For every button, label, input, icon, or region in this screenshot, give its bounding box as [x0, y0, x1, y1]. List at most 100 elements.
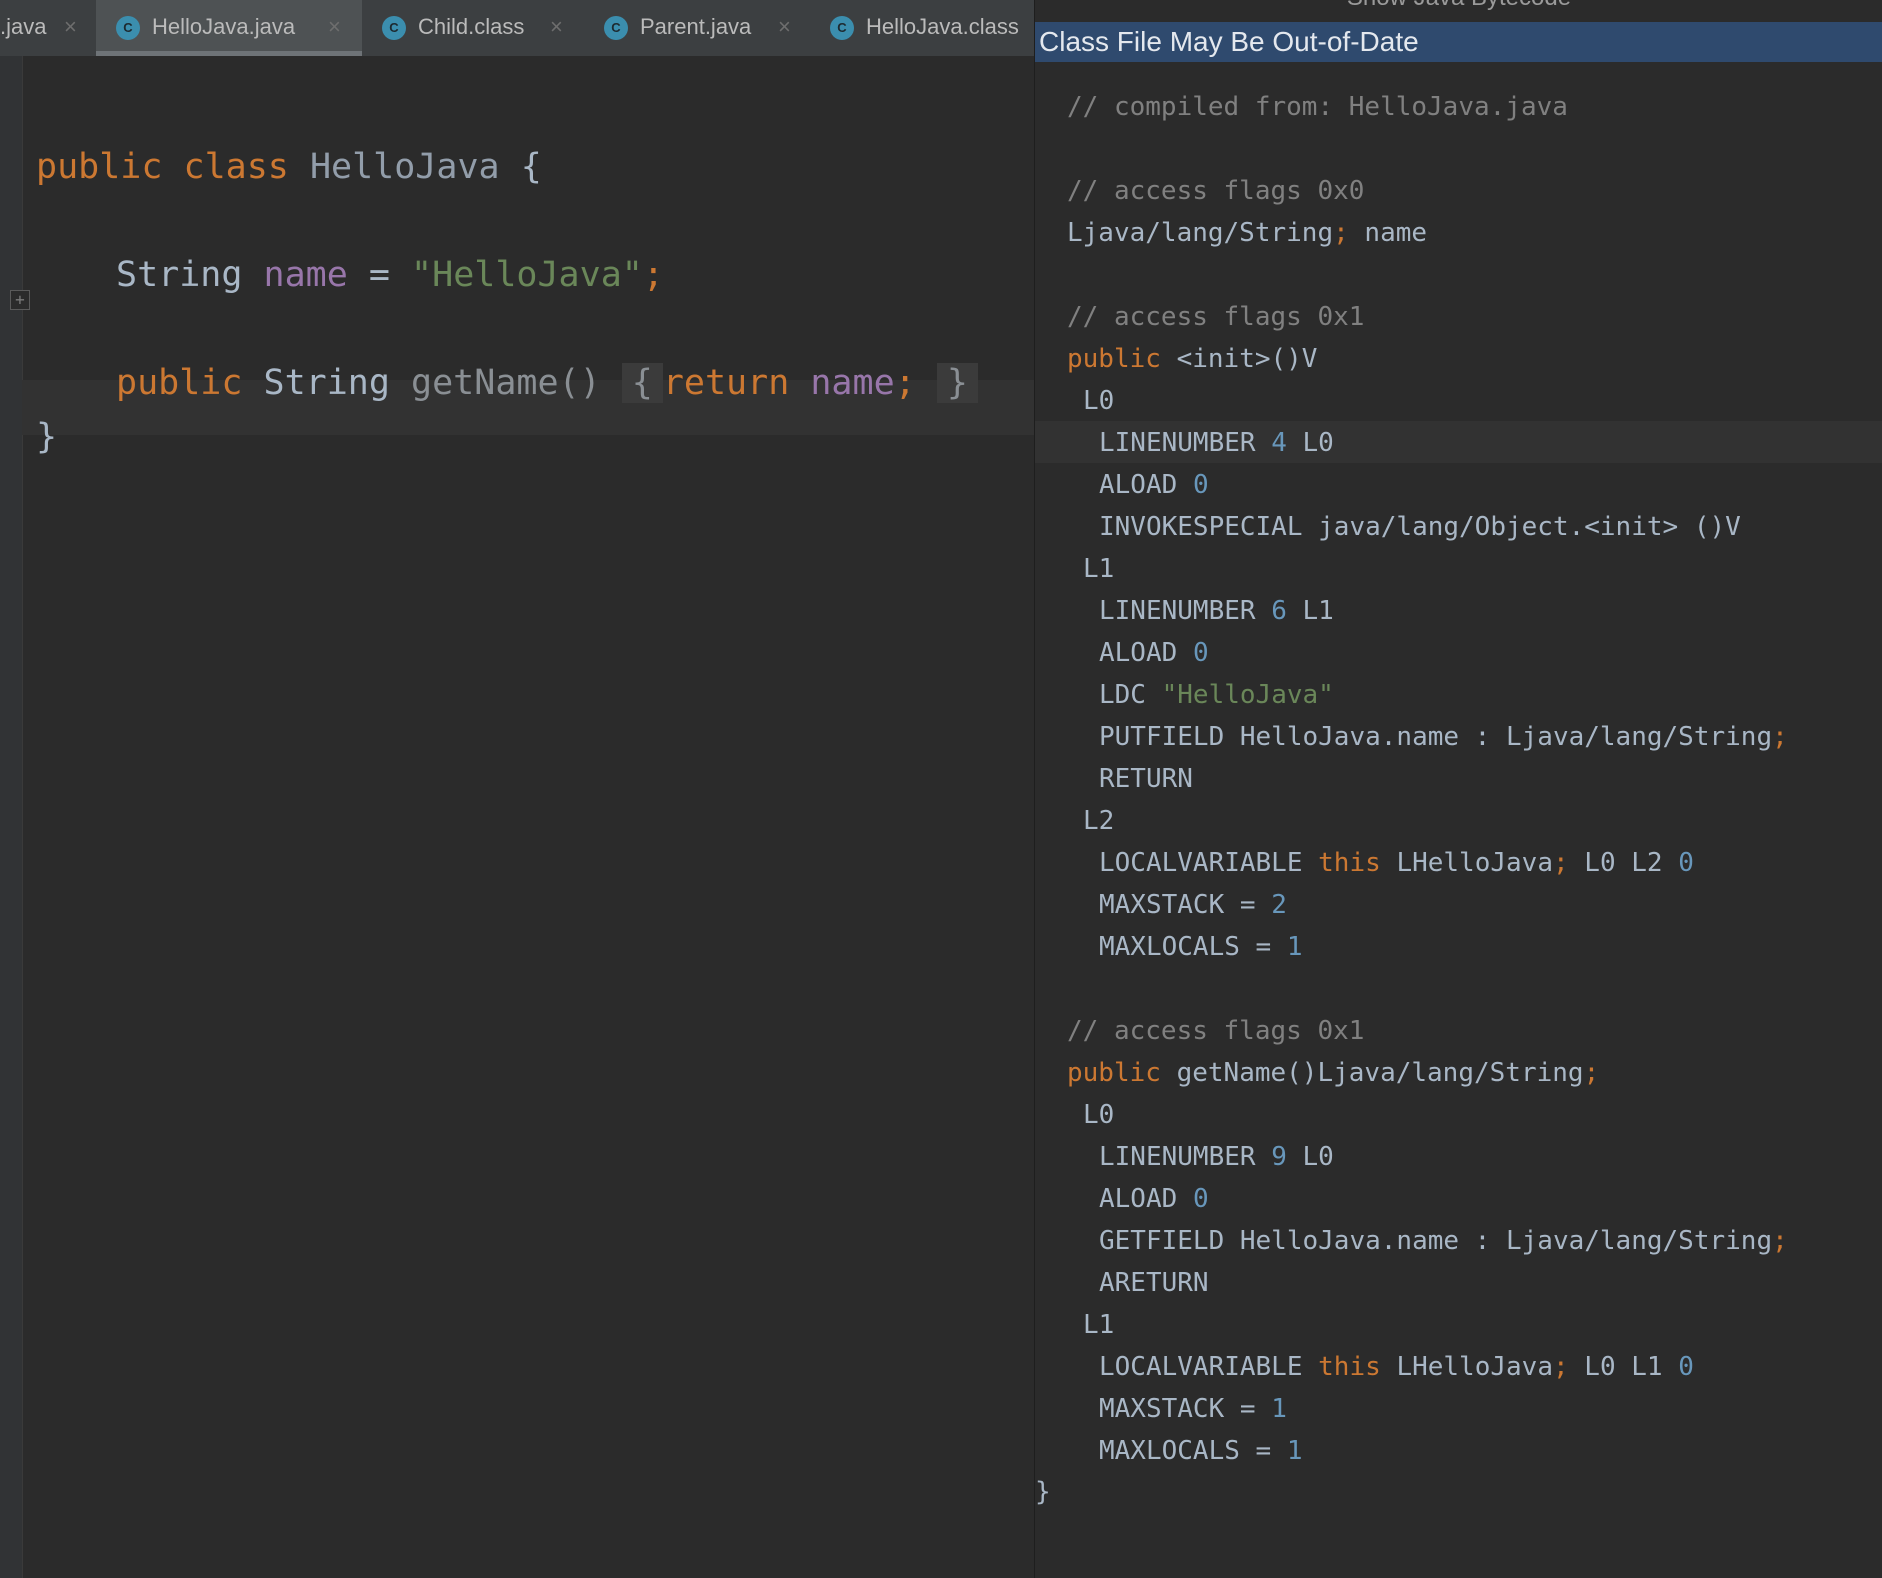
code-line-field: String name = "HelloJava"; — [116, 248, 664, 302]
number: 1 — [1286, 932, 1303, 962]
bytecode-label: L1 — [1083, 1310, 1115, 1340]
keyword: class — [183, 147, 289, 187]
keyword: this — [1318, 848, 1381, 878]
out-of-date-banner: Class File May Be Out-of-Date — [1035, 22, 1882, 62]
close-icon[interactable]: × — [550, 14, 563, 40]
method-name: getName() — [411, 363, 601, 403]
folded-brace[interactable]: } — [936, 363, 978, 403]
bytecode-line: LOCALVARIABLE this LHelloJava; L0 L1 0 — [1099, 1346, 1694, 1388]
number: 0 — [1192, 1184, 1209, 1214]
bytecode-line: public <init>()V — [1067, 338, 1317, 380]
instruction: INVOKESPECIAL java/lang/Object.<init> ()… — [1099, 512, 1741, 542]
comment: // access flags 0x0 — [1067, 176, 1365, 206]
number: 4 — [1271, 428, 1287, 458]
bytecode-label: L0 — [1083, 386, 1115, 416]
field-name: name — [1364, 218, 1428, 248]
comment: // access flags 0x1 — [1067, 1016, 1365, 1046]
close-icon[interactable]: × — [64, 14, 77, 40]
label-ref: L0 — [1302, 428, 1334, 458]
bytecode-line: LOCALVARIABLE this LHelloJava; L0 L2 0 — [1099, 842, 1694, 884]
bytecode-line: public getName()Ljava/lang/String; — [1067, 1052, 1599, 1094]
comment: // compiled from: HelloJava.java — [1067, 92, 1568, 122]
source-editor[interactable]: + public class HelloJava { String name =… — [0, 56, 1034, 1578]
directive: MAXSTACK = — [1099, 1394, 1256, 1424]
field-name: name — [263, 255, 348, 295]
tab-label: .java — [0, 14, 47, 39]
opcode: LINENUMBER — [1099, 596, 1256, 626]
comment: // access flags 0x1 — [1067, 302, 1365, 332]
bytecode-line: MAXLOCALS = 1 — [1099, 926, 1303, 968]
label-range: L0 L2 — [1584, 848, 1663, 878]
semicolon: ; — [642, 255, 664, 295]
opcode: LINENUMBER — [1099, 1142, 1256, 1172]
directive: MAXLOCALS = — [1099, 1436, 1272, 1466]
semicolon: ; — [1552, 848, 1569, 878]
field-name: name — [810, 363, 895, 403]
bytecode-line: ALOAD 0 — [1099, 1178, 1209, 1220]
class-icon: C — [116, 16, 140, 40]
opcode: ALOAD — [1099, 638, 1178, 668]
tab-java[interactable]: .java × — [0, 0, 96, 56]
bytecode-line: LINENUMBER 6 L1 — [1099, 590, 1334, 632]
tab-label: HelloJava.java — [152, 14, 296, 39]
instruction: GETFIELD HelloJava.name : Ljava/lang/Str… — [1099, 1226, 1773, 1256]
opcode: LOCALVARIABLE — [1099, 848, 1303, 878]
bytecode-line: ARETURN — [1099, 1262, 1209, 1304]
number: 1 — [1271, 1394, 1287, 1424]
editor-tab-bar: .java × C HelloJava.java × C Child.class… — [0, 0, 1034, 56]
bytecode-line: // compiled from: HelloJava.java — [1067, 86, 1568, 128]
semicolon: ; — [1772, 1226, 1788, 1256]
class-name: HelloJava — [309, 147, 500, 187]
class-icon: C — [382, 16, 406, 40]
number: 0 — [1678, 848, 1694, 878]
fold-toggle-icon[interactable]: + — [10, 290, 30, 310]
keyword: this — [1318, 1352, 1381, 1382]
operator: = — [368, 255, 390, 295]
semicolon: ; — [1333, 218, 1349, 248]
string-literal: "HelloJava" — [411, 255, 643, 295]
tab-child-class[interactable]: C Child.class × — [362, 0, 584, 56]
bytecode-line: GETFIELD HelloJava.name : Ljava/lang/Str… — [1099, 1220, 1788, 1262]
number: 9 — [1271, 1142, 1287, 1172]
panel-title: Show Java Bytecode — [1035, 0, 1882, 12]
type-descriptor: LHelloJava — [1396, 1352, 1553, 1382]
label-range: L0 L1 — [1584, 1352, 1663, 1382]
type-descriptor: LHelloJava — [1396, 848, 1553, 878]
bytecode-label: L1 — [1083, 554, 1115, 584]
class-icon: C — [604, 16, 628, 40]
bytecode-line: ALOAD 0 — [1099, 632, 1209, 674]
bytecode-line: LDC "HelloJava" — [1099, 674, 1334, 716]
close-icon[interactable]: × — [778, 14, 791, 40]
opcode: LDC — [1099, 680, 1146, 710]
bytecode-line: INVOKESPECIAL java/lang/Object.<init> ()… — [1099, 506, 1741, 548]
tab-label: Child.class — [418, 14, 525, 39]
number: 0 — [1678, 1352, 1694, 1382]
opcode: ARETURN — [1099, 1268, 1209, 1298]
number: 0 — [1192, 470, 1209, 500]
number: 6 — [1271, 596, 1287, 626]
tab-hellojava-class[interactable]: C HelloJava.class — [810, 0, 1034, 56]
folded-brace[interactable]: { — [621, 363, 663, 403]
bytecode-label: L0 — [1083, 1100, 1115, 1130]
tab-hellojava-java[interactable]: C HelloJava.java × — [96, 0, 362, 56]
directive: MAXLOCALS = — [1099, 932, 1272, 962]
keyword: return — [662, 363, 790, 403]
opcode: LINENUMBER — [1099, 428, 1256, 458]
tab-parent-java[interactable]: C Parent.java × — [584, 0, 810, 56]
opcode: ALOAD — [1099, 470, 1178, 500]
bytecode-line: LINENUMBER 9 L0 — [1099, 1136, 1334, 1178]
bytecode-line: LINENUMBER 4 L0 — [1099, 422, 1334, 464]
semicolon: ; — [1552, 1352, 1569, 1382]
semicolon: ; — [1583, 1058, 1600, 1088]
directive: MAXSTACK = — [1099, 890, 1256, 920]
close-icon[interactable]: × — [328, 14, 341, 40]
method-signature: <init>()V — [1176, 344, 1318, 374]
semicolon: ; — [1772, 722, 1788, 752]
type-name: String — [263, 363, 390, 403]
tab-label: HelloJava.class — [866, 14, 1019, 39]
opcode: RETURN — [1099, 764, 1193, 794]
string-literal: "HelloJava" — [1161, 680, 1334, 710]
code-line-method: public String getName() {return name; } — [116, 356, 978, 410]
tab-label: Parent.java — [640, 14, 752, 39]
editor-gutter — [0, 56, 23, 1578]
